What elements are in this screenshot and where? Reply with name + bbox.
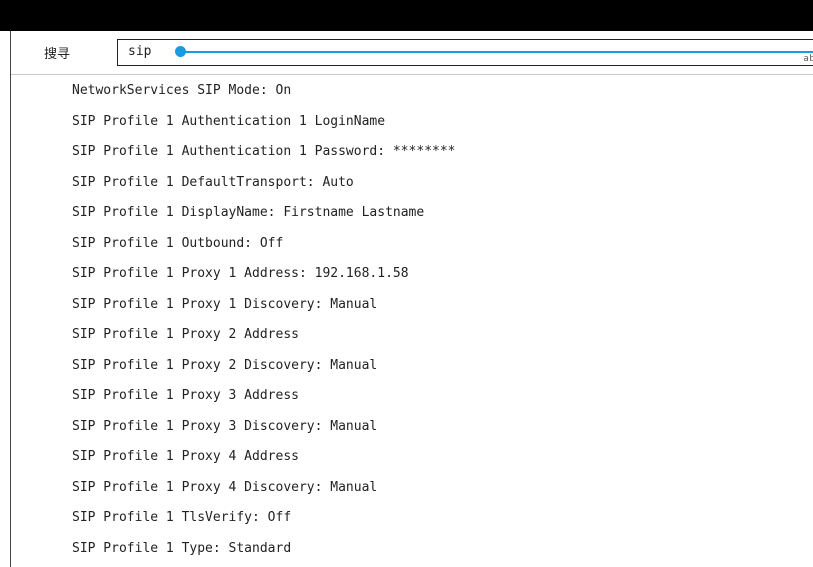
text-cursor-handle[interactable]	[175, 46, 186, 57]
result-item[interactable]: SIP Profile 1 Proxy 2 Discovery: Manual	[11, 351, 813, 382]
search-input[interactable]: sip abc	[117, 39, 813, 66]
result-item[interactable]: SIP Profile 1 TlsVerify: Off	[11, 503, 813, 534]
search-label: 搜寻	[44, 47, 71, 62]
result-item[interactable]: SIP Profile 1 Authentication 1 LoginName	[11, 107, 813, 138]
result-item[interactable]: SIP Profile 1 DefaultTransport: Auto	[11, 168, 813, 199]
search-bar: 搜寻 sip abc	[11, 31, 813, 75]
result-item[interactable]: SIP Profile 1 Proxy 1 Address: 192.168.1…	[11, 259, 813, 290]
result-item[interactable]: SIP Profile 1 Outbound: Off	[11, 229, 813, 260]
search-query-text: sip	[128, 44, 152, 59]
result-item[interactable]: SIP Profile 1 Proxy 4 Address	[11, 442, 813, 473]
result-item[interactable]: SIP Profile 1 DisplayName: Firstname Las…	[11, 198, 813, 229]
result-item[interactable]: SIP Profile 1 Proxy 1 Discovery: Manual	[11, 290, 813, 321]
keyboard-mode-indicator: abc	[803, 54, 813, 64]
result-item[interactable]: SIP Profile 1 Proxy 2 Address	[11, 320, 813, 351]
result-item[interactable]: SIP Profile 1 Proxy 3 Address	[11, 381, 813, 412]
result-item[interactable]: NetworkServices SIP Mode: On	[11, 76, 813, 107]
result-item[interactable]: SIP Profile 1 Type: Standard	[11, 534, 813, 565]
result-item[interactable]: SIP Profile 1 Authentication 1 Password:…	[11, 137, 813, 168]
result-item[interactable]: SIP Profile 1 Proxy 3 Discovery: Manual	[11, 412, 813, 443]
search-results-list: NetworkServices SIP Mode: On SIP Profile…	[11, 76, 813, 564]
text-cursor-track[interactable]	[181, 51, 813, 53]
result-item[interactable]: SIP Profile 1 Proxy 4 Discovery: Manual	[11, 473, 813, 504]
top-bar	[0, 0, 813, 31]
